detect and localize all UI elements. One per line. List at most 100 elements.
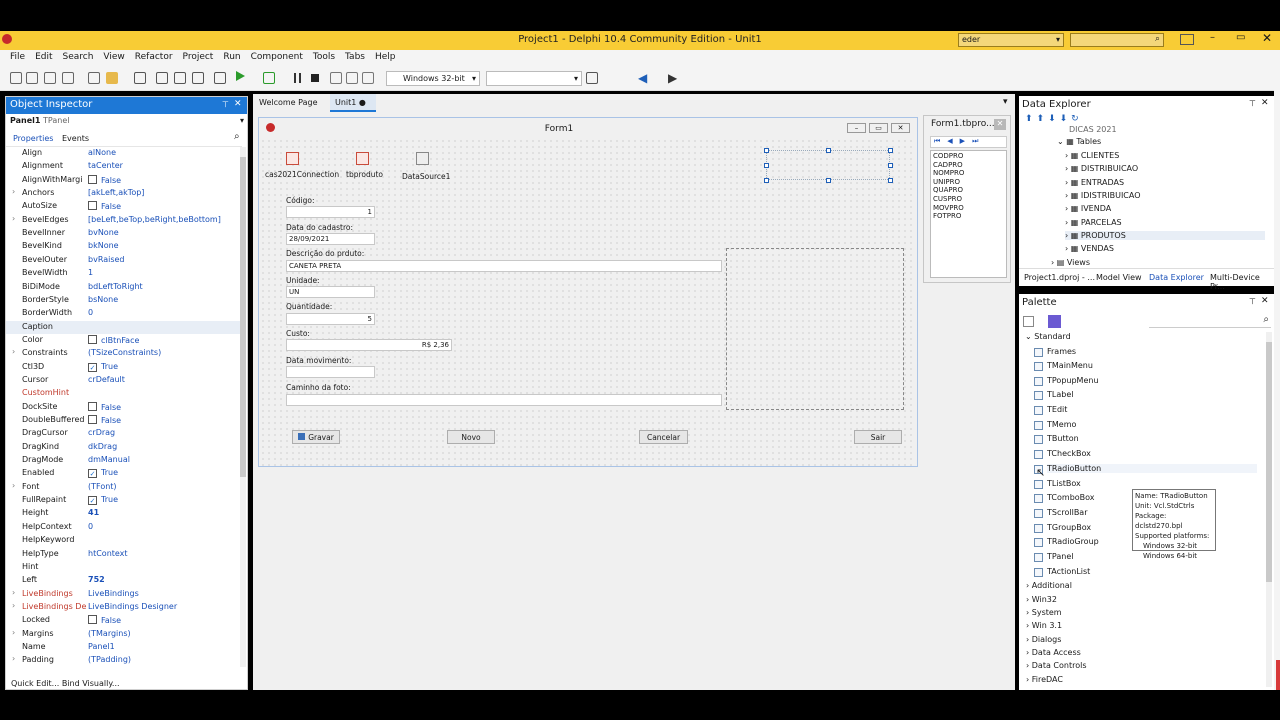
- property-value[interactable]: (TSizeConstraints): [88, 348, 161, 357]
- tab-welcome-page[interactable]: Welcome Page: [259, 98, 318, 107]
- tab-project[interactable]: Project1.dproj - ...: [1024, 273, 1095, 282]
- palette-item[interactable]: TPanel: [1047, 552, 1073, 561]
- menu-view[interactable]: View: [98, 50, 129, 62]
- property-row[interactable]: Left 752: [6, 574, 242, 587]
- property-value[interactable]: ✓ True: [88, 362, 118, 372]
- property-row[interactable]: DockSite False: [6, 401, 242, 414]
- tree-node-database[interactable]: DICAS 2021: [1069, 125, 1117, 134]
- property-row[interactable]: HelpKeyword: [6, 534, 242, 547]
- palette-category[interactable]: › FireDAC: [1026, 675, 1063, 684]
- menu-project[interactable]: Project: [178, 50, 219, 62]
- checkbox-icon[interactable]: [88, 201, 97, 211]
- selection-handle[interactable]: [764, 178, 769, 183]
- property-value[interactable]: clBtnFace: [88, 334, 139, 345]
- property-value[interactable]: taCenter: [88, 161, 123, 170]
- datasource-component-icon[interactable]: [416, 152, 429, 165]
- menu-help[interactable]: Help: [370, 50, 401, 62]
- palette-item[interactable]: TListBox: [1047, 479, 1081, 488]
- property-row[interactable]: HelpType htContext: [6, 548, 242, 561]
- property-value[interactable]: [beLeft,beTop,beRight,beBottom]: [88, 215, 221, 224]
- property-row[interactable]: AlignWithMargi False: [6, 174, 242, 187]
- palette-item[interactable]: TActionList: [1047, 567, 1090, 576]
- close-panel-icon[interactable]: ✕: [234, 99, 242, 109]
- property-value[interactable]: (TPadding): [88, 655, 131, 664]
- palette-item[interactable]: TRadioGroup: [1047, 537, 1099, 546]
- property-value[interactable]: dmManual: [88, 455, 130, 464]
- form-close-button[interactable]: ✕: [891, 123, 910, 133]
- ide-search-input[interactable]: ⌕: [1070, 33, 1164, 47]
- property-value[interactable]: LiveBindings: [88, 589, 139, 598]
- options-icon[interactable]: [214, 72, 226, 84]
- palette-search-input[interactable]: ⌕: [1149, 314, 1271, 328]
- close-panel-icon[interactable]: ✕: [1261, 296, 1269, 306]
- selection-handle[interactable]: [888, 163, 893, 168]
- property-row[interactable]: Height 41: [6, 507, 242, 520]
- tab-unit1[interactable]: Unit1 ●: [330, 94, 376, 112]
- open-folder-icon[interactable]: [106, 72, 118, 84]
- property-row[interactable]: › Font (TFont): [6, 481, 242, 494]
- descricao-field[interactable]: CANETA PRETA: [286, 260, 722, 272]
- save-icon[interactable]: [134, 72, 146, 84]
- data-cadastro-field[interactable]: 28/09/2021: [286, 233, 375, 245]
- object-selector[interactable]: Panel1 TPanel ▾: [10, 116, 246, 129]
- tab-events[interactable]: Events: [62, 134, 89, 143]
- palette-item[interactable]: TComboBox: [1047, 493, 1095, 502]
- property-value[interactable]: crDefault: [88, 375, 125, 384]
- pin-icon[interactable]: ⊤: [1249, 99, 1256, 108]
- new-icon[interactable]: [10, 72, 22, 84]
- selection-handle[interactable]: [888, 148, 893, 153]
- property-row[interactable]: Alignment taCenter: [6, 160, 242, 173]
- property-value[interactable]: dkDrag: [88, 442, 117, 451]
- tree-node-table[interactable]: › ▦ CLIENTES: [1065, 151, 1119, 160]
- stop-icon[interactable]: [311, 74, 319, 82]
- expand-chevron-icon[interactable]: ›: [12, 628, 15, 637]
- tree-node-views[interactable]: › ▤ Views: [1051, 258, 1090, 267]
- palette-category[interactable]: › Dialogs: [1026, 635, 1061, 644]
- pin-icon[interactable]: ⊤: [222, 100, 229, 109]
- field-item[interactable]: CADPRO: [933, 161, 1004, 170]
- layout-icon[interactable]: [1180, 34, 1194, 45]
- gravar-button[interactable]: Gravar: [292, 430, 340, 444]
- pause-icon[interactable]: [294, 73, 301, 83]
- save-all-icon[interactable]: [156, 72, 168, 84]
- chevron-down-icon[interactable]: ▾: [1003, 97, 1008, 107]
- property-row[interactable]: Caption: [6, 320, 242, 334]
- palette-category[interactable]: › Data Controls: [1026, 661, 1086, 670]
- photo-image[interactable]: [726, 248, 904, 410]
- tab-model-view[interactable]: Model View: [1096, 273, 1142, 282]
- property-row[interactable]: › LiveBindings De LiveBindings Designer: [6, 601, 242, 614]
- menu-tools[interactable]: Tools: [308, 50, 340, 62]
- step-over-icon[interactable]: [330, 72, 342, 84]
- fields-list[interactable]: CODPRO CADPRO NOMPRO UNIPRO QUAPRO CUSPR…: [930, 150, 1007, 278]
- tree-node-tables[interactable]: ⌄ ▦ Tables: [1057, 137, 1101, 146]
- property-value[interactable]: 752: [88, 575, 105, 584]
- custo-field[interactable]: R$ 2,36: [286, 339, 452, 351]
- property-row[interactable]: Ctl3D ✓ True: [6, 361, 242, 374]
- property-row[interactable]: BevelKind bkNone: [6, 240, 242, 253]
- property-row[interactable]: Hint: [6, 561, 242, 574]
- remove-file-icon[interactable]: [192, 72, 204, 84]
- novo-button[interactable]: Novo: [447, 430, 495, 444]
- property-value[interactable]: bkNone: [88, 241, 119, 250]
- palette-item[interactable]: Frames: [1047, 347, 1076, 356]
- expand-chevron-icon[interactable]: ›: [12, 187, 15, 196]
- selected-panel1[interactable]: [766, 150, 890, 180]
- run-icon[interactable]: [236, 71, 245, 81]
- expand-chevron-icon[interactable]: ›: [12, 588, 15, 597]
- tab-data-explorer[interactable]: Data Explorer: [1149, 273, 1204, 282]
- palette-category-standard[interactable]: ⌄ Standard: [1025, 332, 1071, 341]
- property-row[interactable]: BevelInner bvNone: [6, 227, 242, 240]
- open-icon[interactable]: [26, 72, 38, 84]
- property-row[interactable]: DragMode dmManual: [6, 454, 242, 467]
- property-row[interactable]: DoubleBuffered False: [6, 414, 242, 427]
- close-button[interactable]: ✕: [1262, 31, 1272, 45]
- property-row[interactable]: › Constraints (TSizeConstraints): [6, 347, 242, 360]
- property-row[interactable]: BevelOuter bvRaised: [6, 254, 242, 267]
- property-row[interactable]: BevelWidth 1: [6, 267, 242, 280]
- property-value[interactable]: alNone: [88, 148, 116, 157]
- expand-chevron-icon[interactable]: ›: [12, 601, 15, 610]
- minimize-button[interactable]: –: [1210, 32, 1215, 43]
- palette-item[interactable]: TCheckBox: [1047, 449, 1091, 458]
- fields-editor-close-button[interactable]: ✕: [994, 119, 1006, 130]
- palette-item[interactable]: TEdit: [1047, 405, 1067, 414]
